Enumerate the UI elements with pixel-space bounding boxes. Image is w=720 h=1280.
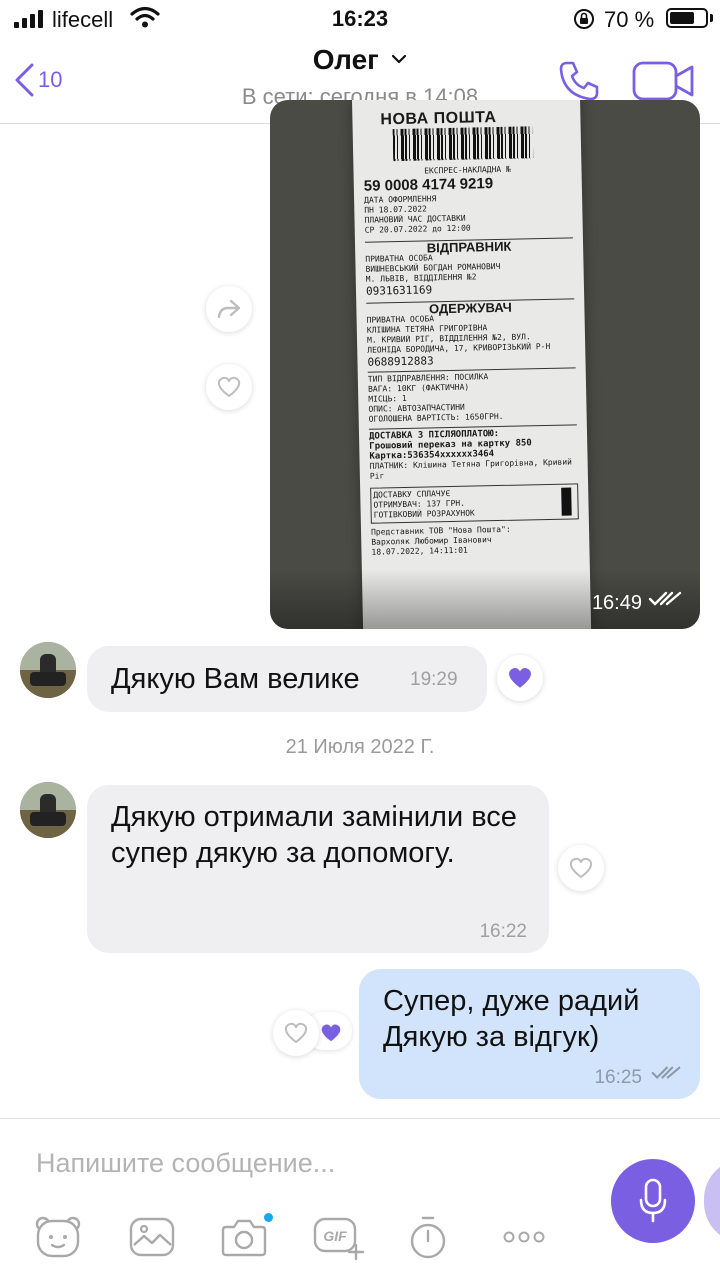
send-button-edge	[704, 1159, 720, 1243]
receipt-recipient-phone: 0688912883	[367, 354, 434, 369]
voice-message-button[interactable]	[611, 1159, 695, 1243]
message-composer: GIF	[0, 1118, 720, 1280]
share-arrow-icon	[217, 299, 241, 319]
read-ticks-icon	[648, 590, 682, 613]
gallery-button[interactable]	[128, 1215, 176, 1264]
message-text: Дякую отримали замінили все супер дякую …	[111, 801, 517, 869]
heart-outline-icon	[217, 376, 241, 397]
receipt-cargo: ТИП ВІДПРАВЛЕННЯ: ПОСИЛКА ВАГА: 10КГ (ФАК…	[367, 367, 577, 425]
like-button[interactable]	[558, 845, 604, 891]
svg-text:GIF: GIF	[323, 1228, 347, 1244]
photo-message[interactable]: НОВА ПОШТА ЕКСПРЕС-НАКЛАДНА № 59 0008 41…	[270, 100, 700, 629]
battery-tip	[710, 14, 713, 22]
sticker-button[interactable]	[34, 1215, 82, 1264]
message-bubble[interactable]: Дякую отримали замінили все супер дякую …	[87, 785, 549, 953]
barcode	[392, 126, 534, 162]
message-time: 16:49	[591, 592, 642, 614]
timer-icon	[410, 1216, 446, 1259]
battery-percent: 70 %	[604, 7, 655, 32]
camera-button[interactable]	[220, 1213, 273, 1264]
contact-avatar[interactable]	[20, 642, 76, 698]
receipt-cod: ДОСТАВКА З ПІСЛЯОПЛАТОЮ: Грошовий переказ…	[368, 424, 578, 462]
heart-filled-icon	[319, 1022, 343, 1049]
new-indicator-dot	[264, 1213, 273, 1222]
receipt-paid-box: ДОСТАВКУ СПЛАЧУЄ ОТРИМУВАЧ: 137 ГРН. ГОТІВ…	[370, 483, 579, 524]
message-bubble[interactable]: Дякую Вам велике 19:29	[87, 646, 487, 712]
receipt-recipient: ПРИВАТНА ОСОБА КЛІШИНА ТЕТЯНА ГРИГОРІВНА М…	[367, 311, 576, 355]
like-button[interactable]	[273, 1010, 319, 1056]
rotation-lock-icon	[573, 8, 595, 35]
receipt-sender: ПРИВАТНА ОСОБА ВИШНЕВСЬКИЙ БОГДАН РОМАНОВ…	[365, 250, 574, 284]
gif-button[interactable]: GIF	[312, 1215, 366, 1266]
microphone-icon	[639, 1178, 667, 1223]
waybill-receipt-photo: НОВА ПОШТА ЕКСПРЕС-НАКЛАДНА № 59 0008 41…	[352, 100, 592, 629]
message-text: Супер, дуже радий Дякую за відгук)	[383, 985, 640, 1053]
read-ticks-icon	[650, 1065, 682, 1086]
receipt-brand: НОВА ПОШТА	[380, 108, 497, 129]
forward-button[interactable]	[206, 286, 252, 332]
sticker-icon	[35, 1216, 81, 1258]
receipt-sender-phone: 0931631169	[365, 283, 433, 298]
status-bar: lifecell 16:23 70 %	[0, 0, 720, 40]
more-icon	[503, 1231, 545, 1243]
message-text: Дякую Вам велике	[111, 663, 360, 695]
phone-icon	[559, 61, 599, 101]
date-separator: 21 Июля 2022 Г.	[285, 736, 435, 758]
gallery-icon	[129, 1217, 175, 1257]
video-camera-icon	[632, 61, 694, 101]
heart-outline-icon	[569, 857, 593, 878]
more-button[interactable]	[502, 1227, 546, 1252]
gif-icon: GIF	[313, 1217, 365, 1261]
timer-button[interactable]	[408, 1215, 448, 1266]
battery-icon	[666, 8, 708, 28]
receipt-paid: ДОСТАВКУ СПЛАЧУЄ ОТРИМУВАЧ: 137 ГРН. ГОТІВ…	[373, 486, 576, 520]
message-time: 19:29	[410, 669, 458, 690]
contact-title[interactable]: Олег	[0, 44, 720, 76]
camera-icon	[221, 1219, 267, 1257]
liked-button[interactable]	[497, 655, 543, 701]
like-button[interactable]	[206, 364, 252, 410]
receipt-payer: ПЛАТНИК: Клішина Тетяна Григорівна, Крив…	[370, 457, 578, 481]
chevron-down-icon	[391, 51, 407, 69]
battery-level	[670, 12, 694, 24]
heart-outline-icon	[284, 1022, 308, 1043]
message-input[interactable]	[36, 1143, 576, 1183]
contact-avatar[interactable]	[20, 782, 76, 838]
message-bubble[interactable]: Супер, дуже радий Дякую за відгук) 16:25	[359, 969, 700, 1099]
heart-filled-icon	[509, 668, 531, 688]
message-time: 16:25	[594, 1067, 642, 1088]
contact-name: Олег	[312, 44, 379, 75]
message-time: 16:22	[479, 921, 527, 942]
receipt-footer: Представник ТОВ "Нова Пошта": Вархоляк Лю…	[371, 523, 580, 557]
receipt-dates: ДАТА ОФОРМЛЕННЯ ПН 18.07.2022 ПЛАНОВИЙ ЧАС…	[364, 191, 573, 235]
